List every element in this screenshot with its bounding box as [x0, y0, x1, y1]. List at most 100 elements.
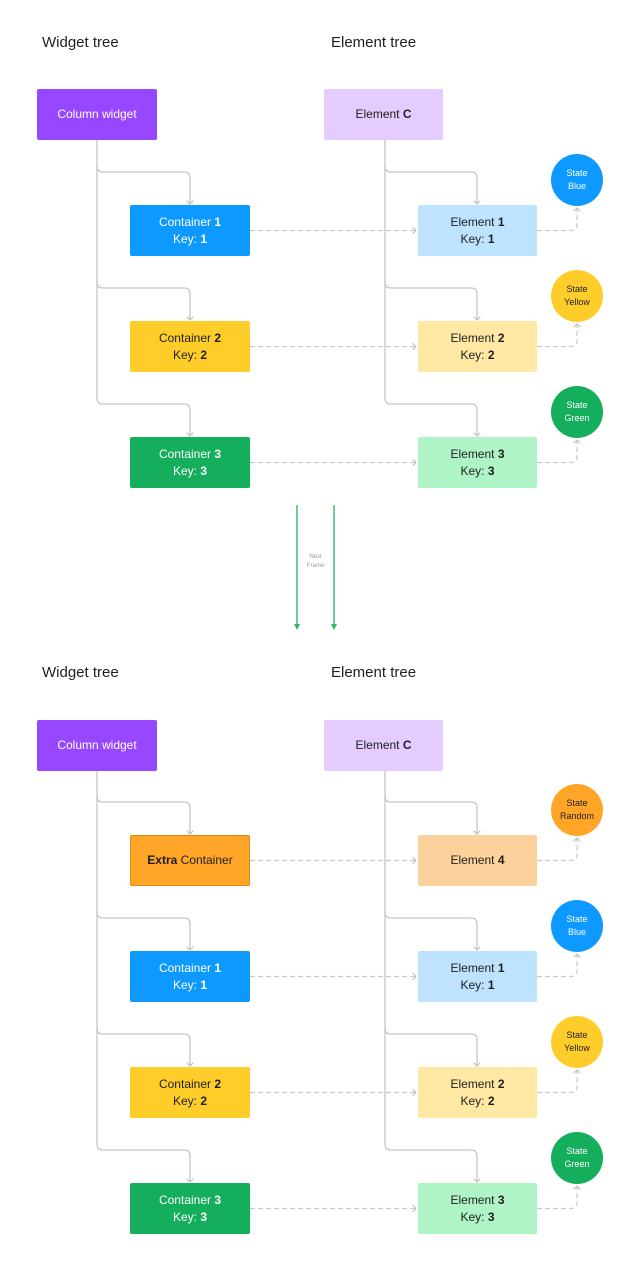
state-green-circle: State Green — [551, 386, 603, 438]
element-2-node: Element 2 Key: 2 — [418, 1067, 537, 1118]
node-name: Container 2 — [158, 330, 222, 345]
node-name: Element 2 — [450, 330, 505, 345]
node-label: Column widget — [57, 107, 137, 121]
container-2-node: Container 2 Key: 2 — [130, 321, 250, 372]
element-1-node: Element 1 Key: 1 — [418, 951, 537, 1002]
state-label: State — [566, 168, 588, 178]
node-key: Key: 3 — [172, 1209, 208, 1224]
element-state-link — [537, 208, 578, 232]
container-1-node: Container 1 Key: 1 — [130, 951, 250, 1002]
container-3-node: Container 3 Key: 3 — [130, 1183, 250, 1234]
node-name: Element 1 — [450, 214, 505, 229]
node-key: Key: 1 — [172, 977, 208, 992]
widget-tree-title: Widget tree — [42, 34, 119, 51]
node-key: Key: 1 — [172, 231, 208, 246]
node-key: Key: 2 — [172, 347, 208, 362]
element-3-node: Element 3 Key: 3 — [418, 1183, 537, 1234]
next-frame-label-line1: Next — [309, 554, 322, 560]
node-name: Container 2 — [158, 1076, 222, 1091]
widget-tree-title: Widget tree — [42, 664, 119, 681]
node-label: Element C — [355, 107, 412, 121]
arrowhead-down-icon — [331, 624, 337, 630]
element-tree-title: Element tree — [331, 34, 417, 51]
element-state-link — [537, 1070, 578, 1094]
node-name: Element 1 — [450, 960, 505, 975]
node-key: Key: 2 — [172, 1093, 208, 1108]
node-name: Element 2 — [450, 1076, 505, 1091]
container-2-node: Container 2 Key: 2 — [130, 1067, 250, 1118]
next-frame-label-line2: Frame — [306, 563, 325, 569]
widget-child-connector — [96, 281, 191, 321]
element-1-node: Element 1 Key: 1 — [418, 205, 537, 256]
widget-child-connector — [96, 795, 191, 835]
element-state-link — [537, 838, 578, 862]
state-label: State — [566, 914, 588, 924]
state-value: Green — [564, 1159, 590, 1169]
element-child-connector — [384, 165, 478, 205]
node-key: Key: 1 — [460, 231, 495, 246]
element-tree-title: Element tree — [331, 664, 417, 681]
state-value: Green — [564, 413, 590, 423]
state-green-circle: State Green — [551, 1132, 603, 1184]
node-key: Key: 1 — [460, 977, 495, 992]
state-value: Yellow — [564, 1043, 590, 1053]
element-state-link — [537, 954, 578, 978]
element-child-connector — [384, 281, 478, 321]
node-name: Container 1 — [158, 960, 222, 975]
state-label: State — [566, 284, 588, 294]
connector-layer — [96, 139, 581, 1213]
state-value: Blue — [567, 181, 586, 191]
element-child-connector — [384, 1027, 478, 1067]
element-child-connector — [384, 1143, 478, 1183]
container-1-node: Container 1 Key: 1 — [130, 205, 250, 256]
state-label: State — [566, 798, 588, 808]
element-2-node: Element 2 Key: 2 — [418, 321, 537, 372]
node-name: Element 3 — [450, 1192, 505, 1207]
state-blue-circle: State Blue — [551, 154, 603, 206]
state-label: State — [566, 400, 588, 410]
element-child-connector — [384, 397, 478, 437]
widget-child-connector — [96, 1143, 191, 1183]
widget-child-connector — [96, 911, 191, 951]
next-frame-label: Next Frame — [300, 553, 331, 571]
column-widget-node: Column widget — [37, 89, 157, 140]
node-label: Element C — [355, 738, 412, 752]
element-child-connector — [384, 795, 478, 835]
node-name: Element 4 — [450, 853, 505, 867]
node-name: Element 3 — [450, 446, 505, 461]
widget-child-connector — [96, 1027, 191, 1067]
element-child-connector — [384, 911, 478, 951]
element-4-node: Element 4 — [418, 835, 537, 886]
extra-container-node: Extra Container — [130, 835, 250, 886]
node-label: Column widget — [57, 738, 137, 752]
state-value: Yellow — [564, 297, 590, 307]
widget-child-connector — [96, 165, 191, 205]
state-random-circle: State Random — [551, 784, 603, 836]
state-yellow-circle: State Yellow — [551, 1016, 603, 1068]
state-label: State — [566, 1146, 588, 1156]
element-state-link — [537, 324, 578, 348]
element-c-node: Element C — [324, 720, 443, 771]
element-state-link — [537, 1186, 578, 1210]
node-key: Key: 3 — [460, 1209, 495, 1224]
node-name: Extra Container — [147, 853, 233, 867]
node-key: Key: 2 — [460, 1093, 495, 1108]
state-value: Random — [559, 811, 595, 821]
element-c-node: Element C — [324, 89, 443, 140]
node-name: Container 1 — [158, 214, 222, 229]
node-key: Key: 3 — [460, 463, 495, 478]
container-3-node: Container 3 Key: 3 — [130, 437, 250, 488]
node-key: Key: 3 — [172, 463, 208, 478]
node-name: Container 3 — [158, 1192, 222, 1207]
arrowhead-down-icon — [294, 624, 300, 630]
node-name: Container 3 — [158, 446, 222, 461]
state-blue-circle: State Blue — [551, 900, 603, 952]
widget-child-connector — [96, 397, 191, 437]
state-label: State — [566, 1030, 588, 1040]
element-state-link — [537, 440, 578, 464]
element-3-node: Element 3 Key: 3 — [418, 437, 537, 488]
state-yellow-circle: State Yellow — [551, 270, 603, 322]
node-key: Key: 2 — [460, 347, 495, 362]
state-value: Blue — [567, 927, 586, 937]
column-widget-node: Column widget — [37, 720, 157, 771]
